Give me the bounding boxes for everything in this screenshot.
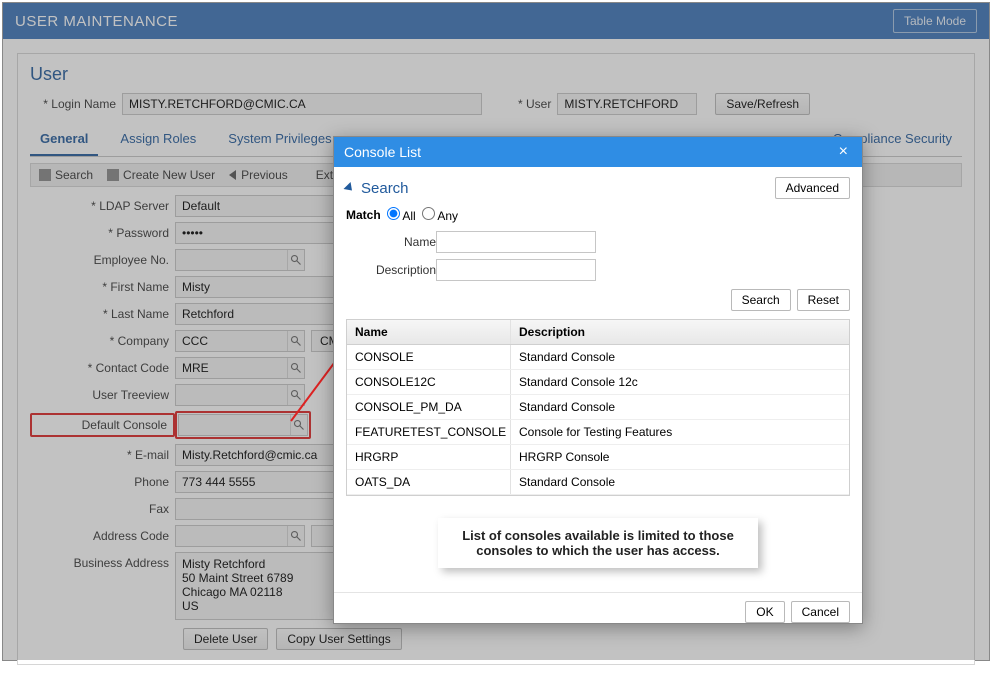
advanced-button[interactable]: Advanced [775,177,850,199]
search-button[interactable]: Search [731,289,791,311]
console-list-dialog: Console List × Search Advanced Match All… [333,136,863,624]
search-name-label: Name [346,235,436,249]
cell-name: FEATURETEST_CONSOLE [347,420,511,444]
table-row[interactable]: HRGRPHRGRP Console [347,445,849,470]
dialog-title: Console List [344,144,421,160]
col-description-header[interactable]: Description [511,320,849,344]
match-label: Match [346,208,381,222]
cell-description: Console for Testing Features [511,420,849,444]
match-any-radio[interactable]: Any [422,207,458,223]
search-description-label: Description [346,263,436,277]
table-row[interactable]: FEATURETEST_CONSOLEConsole for Testing F… [347,420,849,445]
ok-button[interactable]: OK [745,601,784,623]
search-section-label: Search [361,180,409,197]
cell-description: Standard Console [511,470,849,494]
search-description-input[interactable] [436,259,596,281]
console-grid: Name Description CONSOLEStandard Console… [346,319,850,496]
table-row[interactable]: CONSOLEStandard Console [347,345,849,370]
cell-name: CONSOLE [347,345,511,369]
search-section-toggle[interactable]: Search [346,180,409,197]
grid-header: Name Description [347,320,849,345]
cell-name: HRGRP [347,445,511,469]
reset-button[interactable]: Reset [797,289,850,311]
cell-name: CONSOLE12C [347,370,511,394]
dialog-header: Console List × [334,137,862,167]
match-all-radio[interactable]: All [387,207,416,223]
table-row[interactable]: OATS_DAStandard Console [347,470,849,495]
table-row[interactable]: CONSOLE12CStandard Console 12c [347,370,849,395]
cell-description: Standard Console [511,395,849,419]
col-name-header[interactable]: Name [347,320,511,344]
cell-description: HRGRP Console [511,445,849,469]
search-name-input[interactable] [436,231,596,253]
cell-name: OATS_DA [347,470,511,494]
callout-note: List of consoles available is limited to… [438,518,758,568]
dialog-close-icon[interactable]: × [835,143,852,161]
table-row[interactable]: CONSOLE_PM_DAStandard Console [347,395,849,420]
disclosure-icon [343,182,355,194]
cell-description: Standard Console 12c [511,370,849,394]
cell-description: Standard Console [511,345,849,369]
cancel-button[interactable]: Cancel [791,601,850,623]
cell-name: CONSOLE_PM_DA [347,395,511,419]
